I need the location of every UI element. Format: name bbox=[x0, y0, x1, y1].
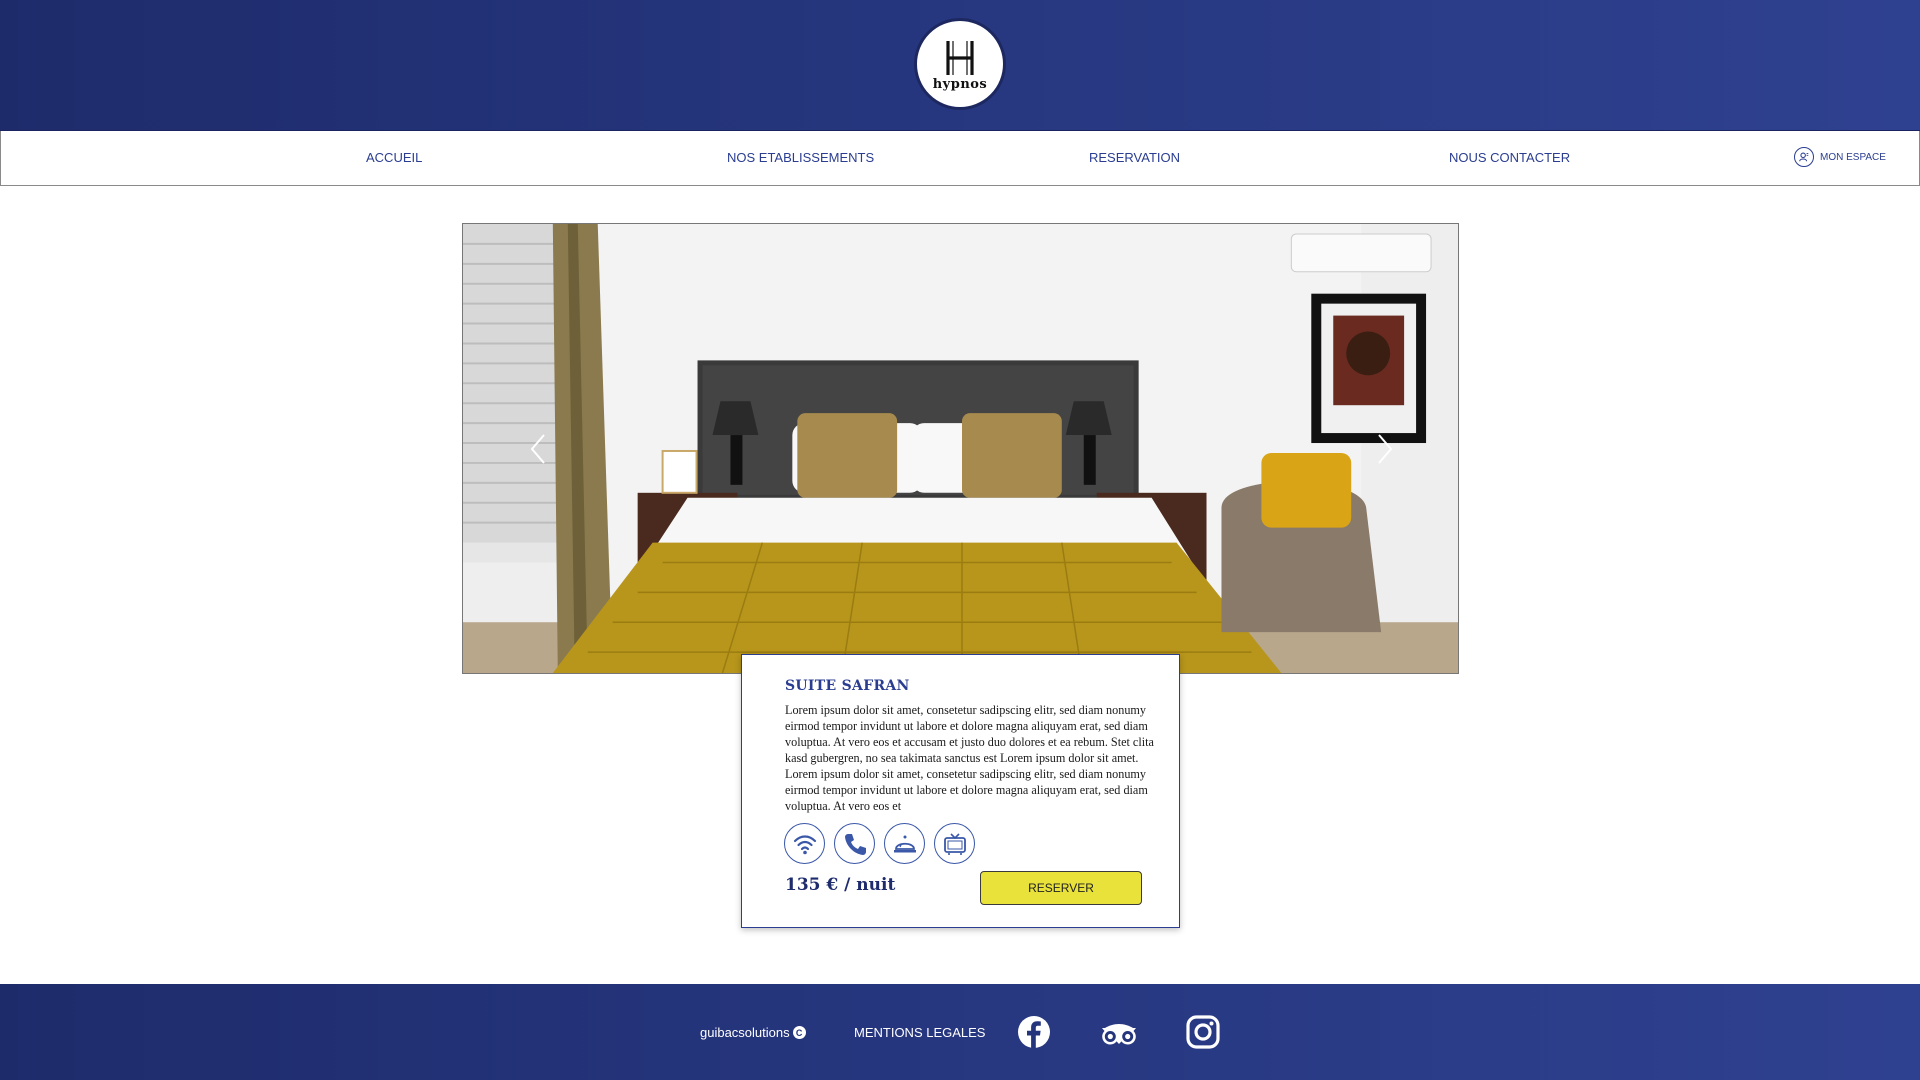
room-info-card: SUITE SAFRAN Lorem ipsum dolor sit amet,… bbox=[741, 654, 1180, 928]
room-service-icon bbox=[884, 823, 925, 864]
room-price: 135 € / nuit bbox=[785, 875, 896, 895]
account-label: MON ESPACE bbox=[1820, 151, 1886, 163]
footer-brand[interactable]: guibacsolutions C bbox=[700, 1025, 806, 1040]
copyright-icon: C bbox=[792, 1026, 806, 1039]
nav-item-contact[interactable]: NOUS CONTACTER bbox=[1449, 150, 1570, 165]
nav-item-etablissements[interactable]: NOS ETABLISSEMENTS bbox=[727, 150, 874, 165]
chevron-left-icon bbox=[530, 434, 545, 464]
facebook-icon bbox=[1018, 1016, 1050, 1048]
tripadvisor-link[interactable] bbox=[1100, 1015, 1138, 1049]
facebook-link[interactable] bbox=[1017, 1015, 1051, 1049]
main-nav: ACCUEIL NOS ETABLISSEMENTS RESERVATION N… bbox=[0, 131, 1920, 186]
site-header: hypnos bbox=[0, 0, 1920, 131]
hypnos-logo[interactable]: hypnos bbox=[914, 18, 1006, 110]
carousel-prev-button[interactable] bbox=[523, 429, 553, 469]
amenities-list bbox=[784, 823, 975, 864]
legal-notice-link[interactable]: MENTIONS LEGALES bbox=[854, 1025, 985, 1040]
carousel-next-button[interactable] bbox=[1370, 429, 1400, 469]
user-account-icon bbox=[1794, 147, 1814, 167]
instagram-link[interactable] bbox=[1186, 1015, 1220, 1049]
logo-wordmark: hypnos bbox=[932, 76, 988, 92]
phone-icon bbox=[834, 823, 875, 864]
nav-item-accueil[interactable]: ACCUEIL bbox=[366, 150, 422, 165]
wifi-icon bbox=[784, 823, 825, 864]
tv-icon bbox=[934, 823, 975, 864]
room-carousel[interactable] bbox=[462, 223, 1459, 674]
room-description: Lorem ipsum dolor sit amet, consetetur s… bbox=[785, 703, 1154, 813]
instagram-icon bbox=[1186, 1015, 1220, 1049]
room-title: SUITE SAFRAN bbox=[785, 678, 910, 694]
site-footer: guibacsolutions C MENTIONS LEGALES bbox=[0, 984, 1920, 1080]
h-monogram-icon bbox=[946, 40, 974, 75]
reserve-button[interactable]: RESERVER bbox=[980, 871, 1142, 905]
room-photo bbox=[463, 224, 1458, 673]
chevron-right-icon bbox=[1378, 434, 1393, 464]
tripadvisor-icon bbox=[1102, 1024, 1136, 1045]
footer-brand-name: guibacsolutions bbox=[700, 1025, 790, 1040]
nav-item-reservation[interactable]: RESERVATION bbox=[1089, 150, 1180, 165]
account-link[interactable]: MON ESPACE bbox=[1794, 147, 1886, 167]
